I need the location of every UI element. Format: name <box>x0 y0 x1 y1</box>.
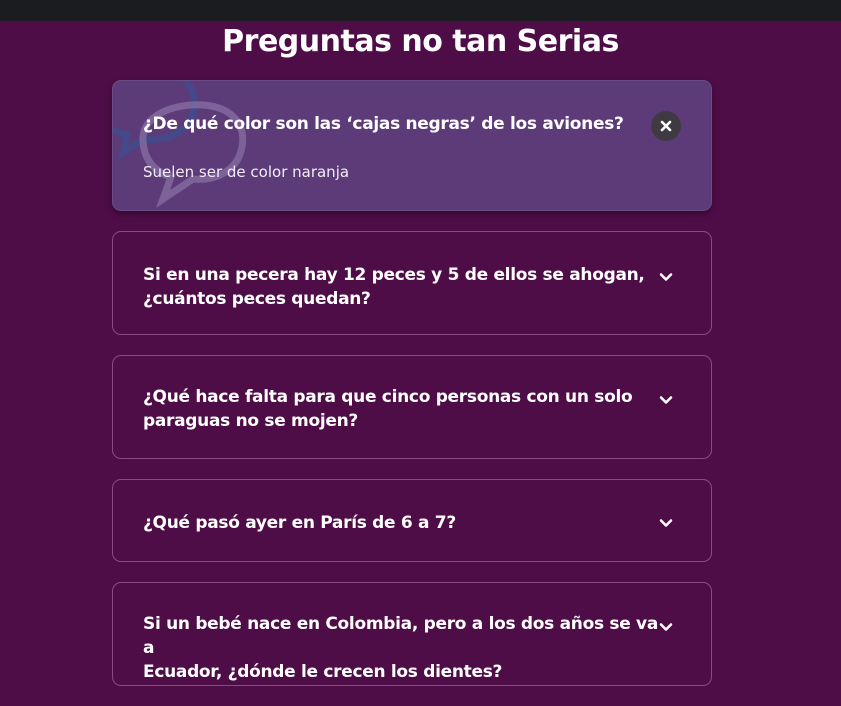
faq-question: Si en una pecera hay 12 peces y 5 de ell… <box>143 263 663 311</box>
chevron-down-icon <box>659 273 673 281</box>
collapse-button[interactable] <box>651 111 681 141</box>
faq-question-line: Si en una pecera hay 12 peces y 5 de ell… <box>143 265 645 285</box>
speech-bubbles-icon <box>113 81 247 208</box>
expand-button[interactable] <box>651 262 681 292</box>
expand-button[interactable] <box>651 385 681 415</box>
chevron-down-icon <box>659 396 673 404</box>
faq-question-line: Si un bebé nace en Colombia, pero a los … <box>143 614 659 658</box>
faq-question: ¿Qué hace falta para que cinco personas … <box>143 385 663 433</box>
close-icon <box>660 120 672 132</box>
faq-question: ¿Qué pasó ayer en París de 6 a 7? <box>143 513 456 533</box>
faq-question: Si un bebé nace en Colombia, pero a los … <box>143 612 663 684</box>
faq-question-line: ¿cuántos peces quedan? <box>143 289 371 309</box>
faq-answer: Suelen ser de color naranja <box>143 163 350 181</box>
expand-button[interactable] <box>651 508 681 538</box>
faq-question-line: Ecuador, ¿dónde le crecen los dientes? <box>143 662 503 682</box>
page-title: Preguntas no tan Serias <box>222 24 619 59</box>
faq-question: ¿De qué color son las ‘cajas negras’ de … <box>143 114 624 134</box>
faq-list: ¿De qué color son las ‘cajas negras’ de … <box>112 80 712 706</box>
faq-item-4[interactable]: ¿Qué pasó ayer en París de 6 a 7? <box>112 479 712 562</box>
faq-question-line: ¿Qué hace falta para que cinco personas … <box>143 387 633 407</box>
faq-item-5[interactable]: Si un bebé nace en Colombia, pero a los … <box>112 582 712 686</box>
faq-item-1[interactable]: ¿De qué color son las ‘cajas negras’ de … <box>112 80 712 211</box>
faq-item-3[interactable]: ¿Qué hace falta para que cinco personas … <box>112 355 712 459</box>
faq-question-line: paraguas no se mojen? <box>143 411 358 431</box>
chevron-down-icon <box>659 623 673 631</box>
browser-top-bar <box>0 0 841 21</box>
faq-item-2[interactable]: Si en una pecera hay 12 peces y 5 de ell… <box>112 231 712 335</box>
chevron-down-icon <box>659 519 673 527</box>
expand-button[interactable] <box>651 612 681 642</box>
